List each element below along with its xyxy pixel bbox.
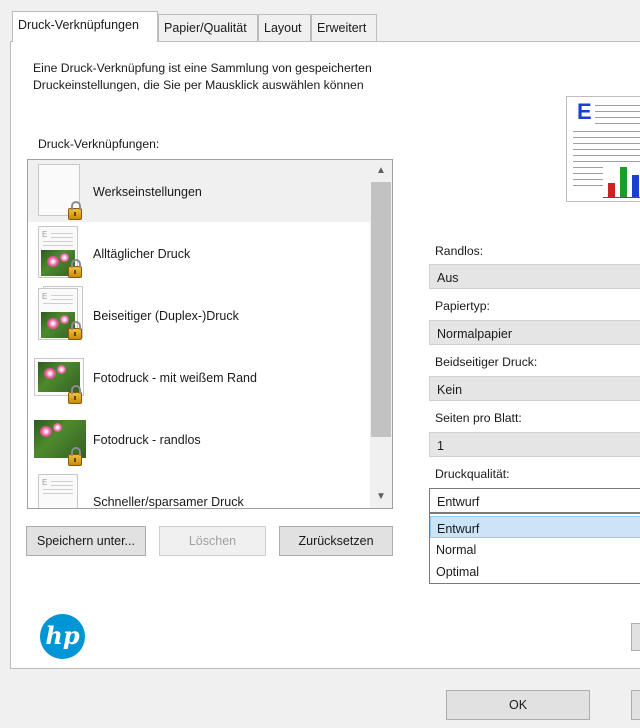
scrollbar-thumb[interactable]: [371, 182, 391, 437]
list-item-label: Alltäglicher Druck: [93, 247, 191, 261]
list-item-duplex-druck[interactable]: E Beiseitiger (Duplex-)Druck: [28, 284, 370, 346]
quality-option-entwurf[interactable]: Entwurf: [430, 516, 640, 538]
list-item-label: Schneller/sparsamer Druck: [93, 495, 244, 509]
list-item-alltaeglicher-druck[interactable]: E Alltäglicher Druck: [28, 222, 370, 284]
list-item-label: Beiseitiger (Duplex-)Druck: [93, 309, 239, 323]
list-scrollbar[interactable]: ▲ ▼: [370, 160, 392, 508]
description-text: Eine Druck-Verknüpfung ist eine Sammlung…: [33, 61, 372, 92]
shortcuts-listbox[interactable]: Werkseinstellungen E Alltäglicher Druck …: [27, 159, 393, 509]
delete-button[interactable]: Löschen: [159, 526, 266, 556]
borderless-label: Randlos:: [435, 244, 484, 258]
borderless-select[interactable]: Aus: [429, 264, 640, 289]
partial-cancel-button[interactable]: [631, 690, 640, 720]
economy-page-icon: E: [38, 474, 82, 508]
scroll-down-icon[interactable]: ▼: [370, 486, 392, 508]
tab-erweitert[interactable]: Erweitert: [311, 14, 377, 41]
list-item-label: Werkseinstellungen: [93, 185, 202, 199]
hp-logo: hp: [40, 614, 85, 659]
partial-side-button[interactable]: [631, 623, 640, 651]
quality-option-normal[interactable]: Normal: [430, 538, 640, 560]
reset-button[interactable]: Zurücksetzen: [279, 526, 393, 556]
tab-druck-verknuepfungen[interactable]: Druck-Verknüpfungen: [12, 11, 158, 42]
preview-heading-letter: E: [577, 99, 592, 124]
print-quality-dropdown[interactable]: Entwurf Normal Optimal: [429, 513, 640, 584]
list-item-schneller-sparsamer-druck[interactable]: E Schneller/sparsamer Druck: [28, 470, 370, 509]
list-item-werkseinstellungen[interactable]: Werkseinstellungen: [28, 160, 370, 222]
tab-layout[interactable]: Layout: [258, 14, 311, 41]
paper-type-select[interactable]: Normalpapier: [429, 320, 640, 345]
duplex-select[interactable]: Kein: [429, 376, 640, 401]
print-quality-label: Druckqualität:: [435, 467, 510, 481]
photo-border-icon: [34, 352, 84, 406]
print-preview-thumbnail: E: [566, 96, 640, 202]
shortcuts-label: Druck-Verknüpfungen:: [38, 137, 160, 151]
pages-per-sheet-label: Seiten pro Blatt:: [435, 411, 522, 425]
duplex-page-icon: E: [38, 286, 83, 342]
tab-papier-qualitaet[interactable]: Papier/Qualität: [158, 14, 258, 41]
duplex-label: Beidseitiger Druck:: [435, 355, 538, 369]
list-item-fotodruck-randlos[interactable]: Fotodruck - randlos: [28, 408, 370, 470]
paper-type-label: Papiertyp:: [435, 299, 490, 313]
blank-page-icon: [38, 164, 82, 220]
photo-borderless-icon: [34, 414, 86, 468]
list-item-label: Fotodruck - randlos: [93, 433, 201, 447]
list-item-label: Fotodruck - mit weißem Rand: [93, 371, 257, 385]
ok-button[interactable]: OK: [446, 690, 590, 720]
save-as-button[interactable]: Speichern unter...: [26, 526, 146, 556]
pages-per-sheet-select[interactable]: 1: [429, 432, 640, 457]
document-photo-icon: E: [38, 226, 82, 280]
print-quality-select[interactable]: Entwurf: [429, 488, 640, 513]
scroll-up-icon[interactable]: ▲: [370, 160, 392, 182]
quality-option-optimal[interactable]: Optimal: [430, 560, 640, 582]
list-item-fotodruck-weisser-rand[interactable]: Fotodruck - mit weißem Rand: [28, 346, 370, 408]
